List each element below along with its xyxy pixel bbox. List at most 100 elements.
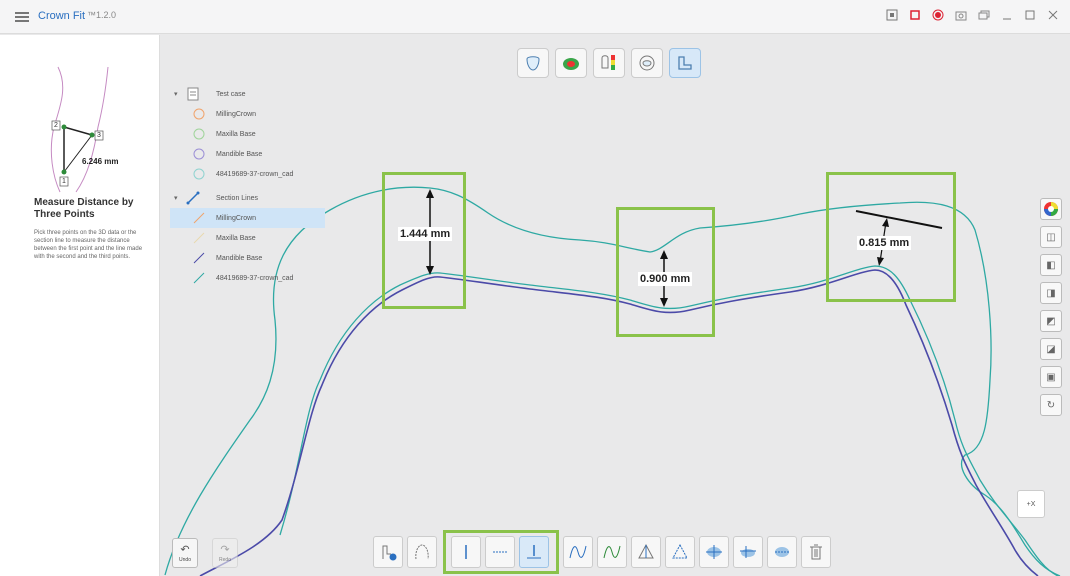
tool-title: Measure Distance by Three Points: [34, 197, 134, 220]
trash-icon: [810, 544, 822, 560]
color-wheel-button[interactable]: [1040, 198, 1062, 220]
camera-icon[interactable]: [954, 8, 968, 22]
capture-region-icon[interactable]: [908, 8, 922, 22]
view-front-button[interactable]: ◫: [1040, 226, 1062, 248]
measurement-label-2[interactable]: 0.900 mm: [638, 272, 693, 286]
line-icon: [193, 212, 205, 224]
three-point-distance-button[interactable]: [519, 536, 549, 568]
undo-label: Undo: [179, 557, 191, 563]
tree-item-section-mandible-base[interactable]: Mandible Base: [170, 248, 325, 268]
tree-group-section-lines[interactable]: ▾ Section Lines: [170, 188, 325, 208]
circle-section-button[interactable]: [733, 536, 763, 568]
tree-item-label: MillingCrown: [216, 110, 257, 118]
tool-description: Pick three points on the 3D data or the …: [34, 230, 143, 260]
angle-measure-button[interactable]: [631, 536, 661, 568]
app-version: ™1.2.0: [87, 10, 117, 20]
expand-caret-icon[interactable]: ▾: [174, 194, 178, 202]
screenshot-icon[interactable]: [885, 8, 899, 22]
measurement-label-1[interactable]: 1.444 mm: [398, 227, 453, 241]
deviation-map-button[interactable]: [555, 48, 587, 78]
title-bar: Crown Fit ™1.2.0: [0, 0, 1070, 34]
window-controls: [885, 8, 1060, 22]
cube-left-icon: ◨: [1046, 287, 1056, 299]
preview-point-label-3: 3: [97, 132, 101, 139]
tooth-icon: [526, 56, 540, 71]
tree-item-mandible-base[interactable]: Mandible Base: [170, 144, 325, 164]
view-toolbar: [517, 48, 701, 78]
expand-caret-icon[interactable]: ▾: [174, 90, 178, 98]
undo-button[interactable]: ↶ Undo: [172, 538, 198, 568]
delete-button[interactable]: [801, 536, 831, 568]
minimize-icon[interactable]: [1000, 8, 1014, 22]
cube-bottom-icon: ▣: [1046, 371, 1056, 383]
view-left-button[interactable]: ◨: [1040, 282, 1062, 304]
section-icon: [678, 56, 692, 70]
add-section-button[interactable]: [373, 536, 403, 568]
close-icon[interactable]: [1046, 8, 1060, 22]
tree-item-section-crown-cad[interactable]: 48419689-37-crown_cad: [170, 268, 325, 288]
color-wheel-icon: [1044, 202, 1058, 216]
area-measure-button[interactable]: [665, 536, 695, 568]
add-section-icon: [382, 545, 397, 561]
section-frame-button[interactable]: [407, 536, 437, 568]
vertical-distance-button[interactable]: [451, 536, 481, 568]
tree-item-crown-cad[interactable]: 48419689-37-crown_cad: [170, 164, 325, 184]
ellipse-cross-icon: [706, 545, 722, 559]
section-view-button[interactable]: [669, 48, 701, 78]
rotate-view-button[interactable]: [631, 48, 663, 78]
three-point-distance-icon: [527, 545, 541, 559]
horizontal-distance-icon: [493, 551, 507, 553]
ellipse-section-icon: [740, 546, 756, 558]
measurement-label-3[interactable]: 0.815 mm: [857, 236, 912, 250]
tree-item-label: MillingCrown: [216, 214, 257, 222]
tree-item-label: 48419689-37-crown_cad: [216, 170, 294, 178]
colormap-icon: [563, 58, 579, 70]
curve-fit-icon: [603, 545, 621, 559]
curve-fit-button[interactable]: [597, 536, 627, 568]
case-folder-icon: [187, 87, 199, 101]
color-scale-button[interactable]: [593, 48, 625, 78]
view-bottom-button[interactable]: ▣: [1040, 366, 1062, 388]
rotate-icon: [639, 55, 655, 71]
axis-orientation-button[interactable]: +X: [1017, 490, 1045, 518]
cube-right-icon: ◩: [1046, 315, 1056, 327]
redo-button[interactable]: ↷ Redo: [212, 538, 238, 568]
ellipse-diameter-icon: [775, 547, 789, 557]
section-line-icon: [186, 191, 200, 205]
hamburger-menu-icon[interactable]: [15, 12, 29, 22]
circle-cross-button[interactable]: [699, 536, 729, 568]
mandible-mesh-icon: [193, 148, 205, 160]
preview-distance-label: 6.246 mm: [82, 157, 119, 166]
maxilla-mesh-icon: [193, 128, 205, 140]
preview-point-label-1: 1: [62, 178, 66, 185]
view-top-button[interactable]: ◪: [1040, 338, 1062, 360]
redo-icon: ↷: [220, 544, 230, 556]
color-scale-icon: [601, 55, 615, 70]
tree-item-section-milling-crown[interactable]: MillingCrown: [170, 208, 325, 228]
tree-item-label: Mandible Base: [216, 254, 263, 262]
reset-view-button[interactable]: ↻: [1040, 394, 1062, 416]
tree-item-label: Maxilla Base: [216, 130, 256, 138]
circle-diameter-button[interactable]: [767, 536, 797, 568]
view-right-button[interactable]: ◩: [1040, 310, 1062, 332]
curve-icon: [569, 545, 587, 559]
restore-window-icon[interactable]: [977, 8, 991, 22]
crown-mesh-icon: [193, 108, 205, 120]
curve-measure-button[interactable]: [563, 536, 593, 568]
tooth-view-button[interactable]: [517, 48, 549, 78]
tree-item-label: 48419689-37-crown_cad: [216, 274, 294, 282]
measure-toolbar: [373, 536, 831, 568]
view-back-button[interactable]: ◧: [1040, 254, 1062, 276]
maximize-icon[interactable]: [1023, 8, 1037, 22]
horizontal-distance-button[interactable]: [485, 536, 515, 568]
tree-item-section-maxilla-base[interactable]: Maxilla Base: [170, 228, 325, 248]
line-icon: [193, 232, 205, 244]
tree-item-milling-crown[interactable]: MillingCrown: [170, 104, 325, 124]
record-icon[interactable]: [931, 8, 945, 22]
tree-item-maxilla-base[interactable]: Maxilla Base: [170, 124, 325, 144]
tree-group-test-case[interactable]: ▾ Test case: [170, 84, 325, 104]
tool-help-panel: 2 3 1 6.246 mm Measure Distance by Three…: [0, 35, 160, 576]
cube-back-icon: ◧: [1046, 259, 1056, 271]
section-frame-icon: [415, 544, 429, 560]
cad-mesh-icon: [193, 168, 205, 180]
